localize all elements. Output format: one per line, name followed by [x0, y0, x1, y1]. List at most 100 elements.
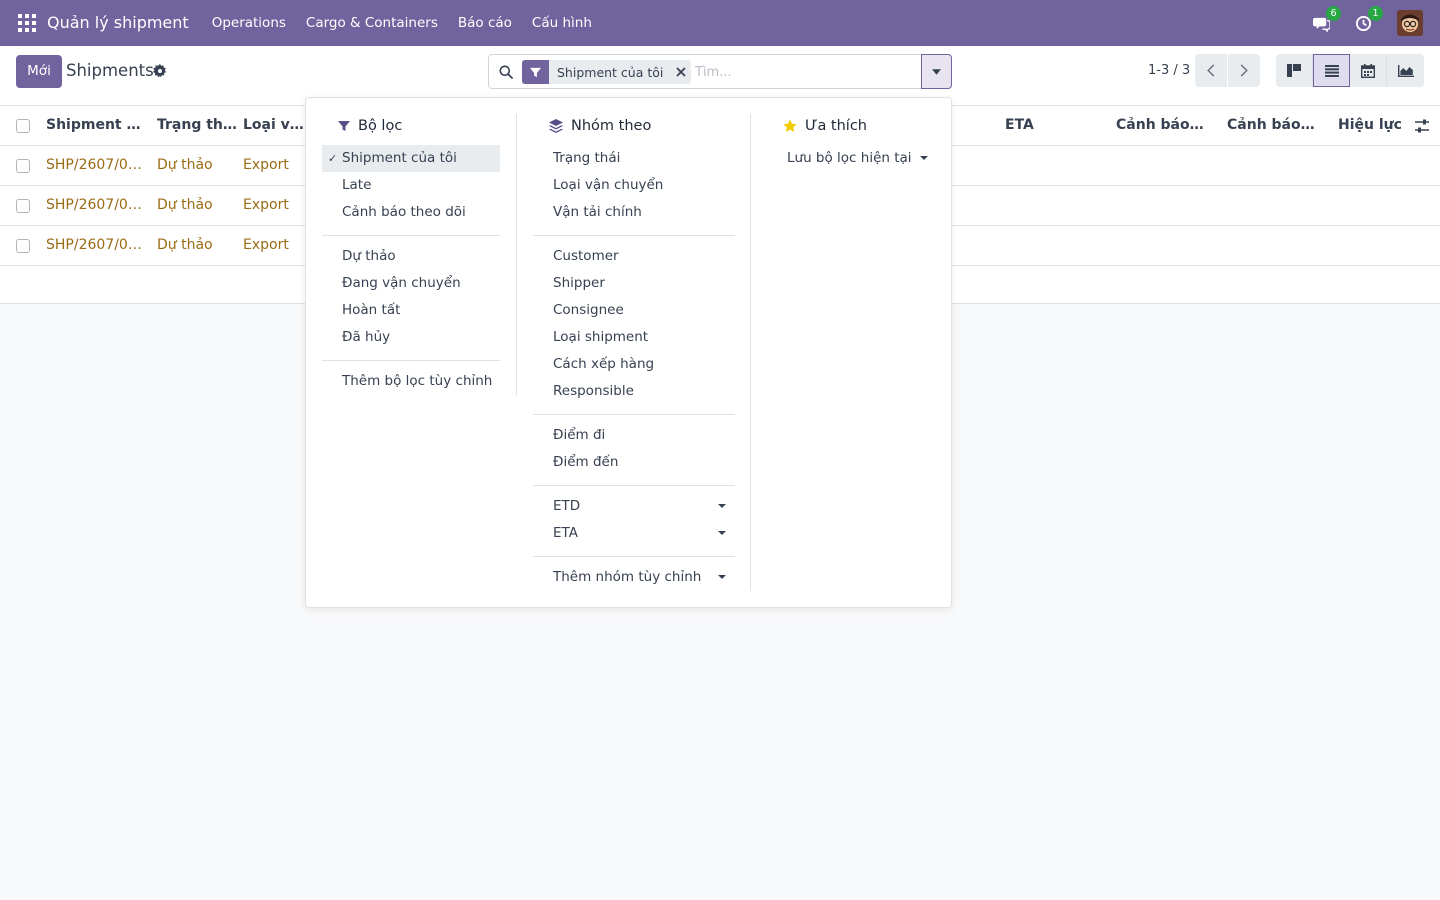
search-bar: Shipment của tôi — [488, 54, 952, 89]
toggle-search-panel-button[interactable] — [921, 54, 952, 89]
row-checkbox[interactable] — [16, 199, 30, 213]
separator — [322, 360, 500, 361]
caret-down-icon — [932, 68, 941, 75]
pager-previous-button[interactable] — [1195, 54, 1227, 87]
filter-draft[interactable]: Dự thảo — [322, 243, 500, 270]
column-warning-c[interactable]: Cảnh báo c... — [1227, 106, 1317, 145]
shipment-ref-cell[interactable]: SHP/2607/00... — [46, 146, 146, 185]
groupby-origin[interactable]: Điểm đi — [533, 422, 735, 449]
transport-type-cell[interactable]: Export — [243, 186, 305, 225]
caret-down-icon — [718, 504, 726, 508]
groupby-destination[interactable]: Điểm đến — [533, 449, 735, 476]
activities-count-badge: 1 — [1368, 6, 1383, 21]
area-chart-icon — [1397, 64, 1414, 77]
groupby-header: Nhóm theo — [549, 116, 651, 136]
shipment-ref-cell[interactable]: SHP/2607/00... — [46, 186, 146, 225]
apps-menu-icon[interactable] — [18, 14, 36, 32]
list-view-button[interactable] — [1313, 54, 1350, 87]
groupby-consignee[interactable]: Consignee — [533, 297, 735, 324]
optional-columns-icon[interactable] — [1414, 118, 1430, 134]
menu-cargo-containers[interactable]: Cargo & Containers — [296, 15, 448, 31]
groupby-title: Nhóm theo — [571, 118, 652, 134]
caret-down-icon — [920, 156, 928, 160]
breadcrumb-title: Shipments — [66, 61, 154, 80]
pager-value[interactable]: 1-3 / 3 — [1148, 63, 1190, 78]
status-cell[interactable]: Dự thảo — [157, 186, 237, 225]
transport-type-cell[interactable]: Export — [243, 146, 305, 185]
select-all-checkbox[interactable] — [16, 119, 30, 133]
groupby-eta-label: ETA — [553, 525, 578, 541]
shipment-ref-cell[interactable]: SHP/2607/00... — [46, 226, 146, 265]
column-transport-type[interactable]: Loại vận c — [243, 106, 305, 145]
groupby-loading-method[interactable]: Cách xếp hàng — [533, 351, 735, 378]
chevron-left-icon — [1207, 64, 1215, 77]
column-status[interactable]: Trạng thái — [157, 106, 237, 145]
filter-icon — [338, 121, 350, 131]
calendar-icon — [1361, 63, 1375, 78]
messages-button[interactable]: 6 — [1313, 6, 1341, 33]
menu-operations[interactable]: Operations — [202, 15, 296, 31]
chevron-right-icon — [1240, 64, 1248, 77]
groupby-etd-label: ETD — [553, 498, 581, 514]
groupby-transport-type[interactable]: Loại vận chuyển — [533, 172, 735, 199]
graph-view-button[interactable] — [1387, 54, 1424, 87]
avatar-image — [1397, 10, 1423, 36]
column-shipment-ref[interactable]: Shipment R... — [46, 106, 146, 145]
save-current-filter[interactable]: Lưu bộ lọc hiện tại — [767, 145, 937, 172]
filter-cancelled[interactable]: Đã hủy — [322, 324, 500, 351]
filter-tracking-warning[interactable]: Cảnh báo theo dõi — [322, 199, 500, 226]
column-validity[interactable]: Hiệu lực — [1338, 106, 1408, 145]
column-eta[interactable]: ETA — [1005, 106, 1095, 145]
filter-late[interactable]: Late — [322, 172, 500, 199]
user-avatar[interactable] — [1397, 10, 1423, 36]
kanban-view-button[interactable] — [1276, 54, 1313, 87]
groupby-customer[interactable]: Customer — [533, 243, 735, 270]
separator — [533, 485, 735, 486]
search-icon[interactable] — [499, 65, 513, 79]
add-custom-group-label: Thêm nhóm tùy chỉnh — [553, 569, 702, 585]
menu-configuration[interactable]: Cấu hình — [522, 15, 602, 31]
menu-reports[interactable]: Báo cáo — [448, 15, 522, 31]
filter-done[interactable]: Hoàn tất — [322, 297, 500, 324]
view-switcher — [1276, 54, 1424, 87]
column-warning-t[interactable]: Cảnh báo t... — [1116, 106, 1206, 145]
groupby-status[interactable]: Trạng thái — [533, 145, 735, 172]
caret-down-icon — [718, 531, 726, 535]
pager-next-button[interactable] — [1228, 54, 1260, 87]
groupby-main-carrier[interactable]: Vận tải chính — [533, 199, 735, 226]
groupby-shipment-type[interactable]: Loại shipment — [533, 324, 735, 351]
status-cell[interactable]: Dự thảo — [157, 146, 237, 185]
status-cell[interactable]: Dự thảo — [157, 226, 237, 265]
filters-header: Bộ lọc — [338, 116, 402, 136]
main-menu: Operations Cargo & Containers Báo cáo Cấ… — [202, 15, 602, 31]
groupby-shipper[interactable]: Shipper — [533, 270, 735, 297]
row-checkbox[interactable] — [16, 239, 30, 253]
messages-count-badge: 6 — [1326, 6, 1341, 21]
gear-icon[interactable] — [153, 64, 167, 78]
search-panel-dropdown: Bộ lọc ✓ Shipment của tôi Late Cảnh báo … — [305, 97, 952, 608]
filter-label: Shipment của tôi — [342, 150, 457, 166]
filters-title: Bộ lọc — [358, 118, 403, 134]
remove-facet-icon[interactable] — [671, 60, 691, 84]
layers-icon — [549, 119, 563, 133]
activities-button[interactable]: 1 — [1355, 6, 1383, 33]
search-input[interactable] — [695, 62, 915, 82]
groupby-etd[interactable]: ETD — [533, 493, 735, 520]
systray: 6 1 — [1313, 0, 1440, 46]
new-button[interactable]: Mới — [16, 55, 62, 88]
groupby-responsible[interactable]: Responsible — [533, 378, 735, 405]
groupby-eta[interactable]: ETA — [533, 520, 735, 547]
row-checkbox[interactable] — [16, 159, 30, 173]
app-brand[interactable]: Quản lý shipment — [47, 0, 199, 46]
separator — [533, 556, 735, 557]
favorites-header: Ưa thích — [783, 116, 867, 136]
filter-in-transit[interactable]: Đang vận chuyển — [322, 270, 500, 297]
add-custom-group[interactable]: Thêm nhóm tùy chỉnh — [533, 564, 735, 591]
star-icon — [783, 119, 797, 132]
transport-type-cell[interactable]: Export — [243, 226, 305, 265]
favorites-title: Ưa thích — [805, 118, 868, 134]
calendar-view-button[interactable] — [1350, 54, 1387, 87]
facet-label: Shipment của tôi — [557, 64, 664, 80]
filter-my-shipments[interactable]: ✓ Shipment của tôi — [322, 145, 500, 172]
add-custom-filter[interactable]: Thêm bộ lọc tùy chỉnh — [322, 368, 500, 395]
